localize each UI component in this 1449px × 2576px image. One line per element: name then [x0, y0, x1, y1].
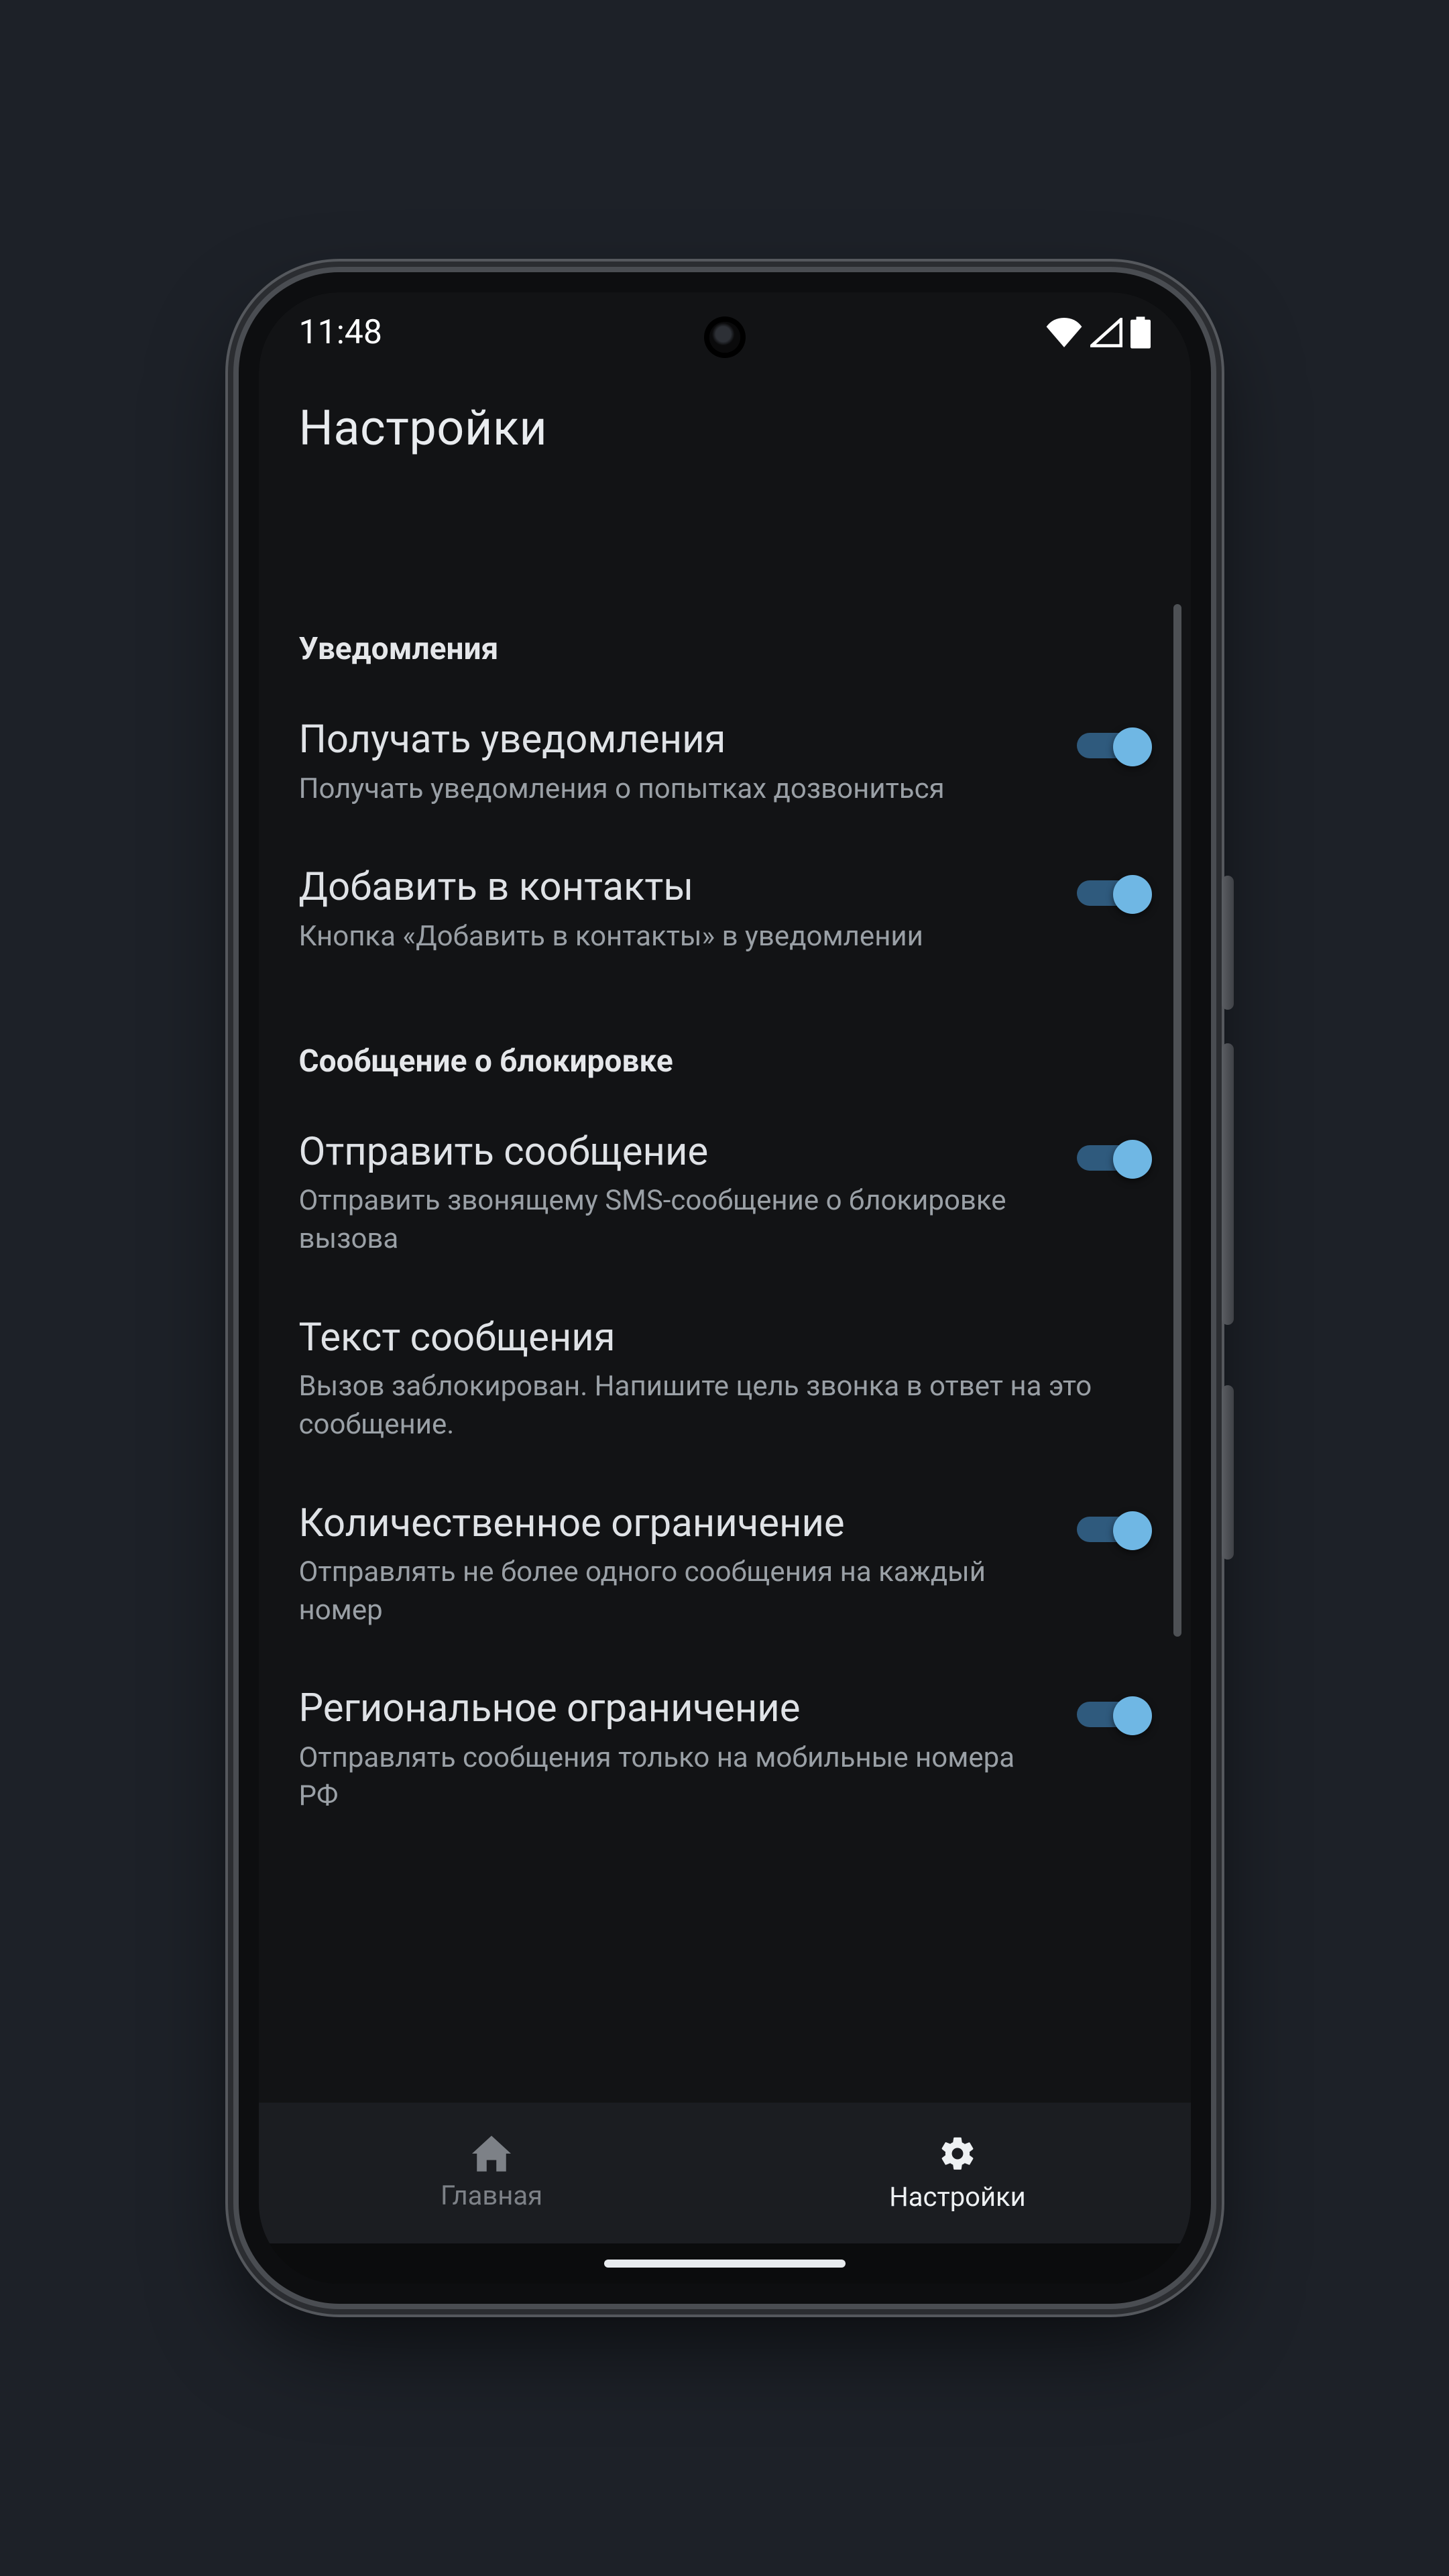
status-icons: [1046, 316, 1151, 349]
side-button: [1222, 1385, 1234, 1560]
status-time: 11:48: [299, 313, 383, 352]
wifi-icon: [1046, 318, 1082, 347]
toggle-quantity-limit[interactable]: [1077, 1511, 1151, 1547]
setting-message-text[interactable]: Текст сообщения Вызов заблокирован. Напи…: [299, 1292, 1151, 1478]
setting-add-to-contacts[interactable]: Добавить в контакты Кнопка «Добавить в к…: [299, 841, 1151, 989]
nav-home[interactable]: Главная: [259, 2103, 725, 2243]
device-frame: 11:48 Настройки Уведомления: [239, 272, 1211, 2304]
front-camera: [709, 322, 740, 353]
appbar: Настройки: [259, 373, 1191, 470]
scrollbar[interactable]: [1173, 604, 1181, 1637]
toggle-send-message[interactable]: [1077, 1140, 1151, 1176]
battery-icon: [1131, 316, 1151, 349]
page-title: Настройки: [299, 400, 1151, 457]
setting-region-limit[interactable]: Региональное ограничение Отправлять сооб…: [299, 1663, 1151, 1849]
screen: 11:48 Настройки Уведомления: [259, 292, 1191, 2284]
toggle-add-to-contacts[interactable]: [1077, 875, 1151, 911]
setting-title: Региональное ограничение: [299, 1686, 1050, 1733]
cellular-icon: [1090, 318, 1122, 347]
nav-label: Настройки: [889, 2181, 1026, 2213]
setting-title: Добавить в контакты: [299, 864, 1050, 911]
gesture-bar[interactable]: [259, 2243, 1191, 2284]
toggle-receive-notifications[interactable]: [1077, 727, 1151, 764]
setting-desc: Кнопка «Добавить в контакты» в уведомлен…: [299, 918, 1050, 956]
side-button: [1222, 876, 1234, 1010]
setting-title: Количественное ограничение: [299, 1501, 1050, 1547]
setting-desc: Получать уведомления о попытках дозвонит…: [299, 770, 1050, 809]
side-button: [1222, 1043, 1234, 1325]
setting-title: Получать уведомления: [299, 717, 1050, 764]
nav-settings[interactable]: Настройки: [725, 2103, 1191, 2243]
setting-receive-notifications[interactable]: Получать уведомления Получать уведомлени…: [299, 694, 1151, 841]
toggle-region-limit[interactable]: [1077, 1696, 1151, 1733]
setting-title: Текст сообщения: [299, 1315, 1151, 1362]
setting-desc: Вызов заблокирован. Напишите цель звонка…: [299, 1368, 1151, 1444]
home-icon: [472, 2135, 511, 2172]
setting-title: Отправить сообщение: [299, 1129, 1050, 1176]
section-header-notifications: Уведомления: [299, 631, 1151, 667]
gear-icon: [938, 2134, 977, 2173]
setting-send-message[interactable]: Отправить сообщение Отправить звонящему …: [299, 1106, 1151, 1292]
setting-desc: Отправить звонящему SMS-сообщение о блок…: [299, 1182, 1050, 1258]
section-header-block-message: Сообщение о блокировке: [299, 1043, 1151, 1079]
setting-quantity-limit[interactable]: Количественное ограничение Отправлять не…: [299, 1478, 1151, 1663]
bottom-nav: Главная Настройки: [259, 2103, 1191, 2243]
nav-label: Главная: [441, 2180, 542, 2211]
setting-desc: Отправлять не более одного сообщения на …: [299, 1554, 1050, 1629]
settings-scroll[interactable]: Уведомления Получать уведомления Получат…: [259, 470, 1191, 2103]
setting-desc: Отправлять сообщения только на мобильные…: [299, 1739, 1050, 1815]
